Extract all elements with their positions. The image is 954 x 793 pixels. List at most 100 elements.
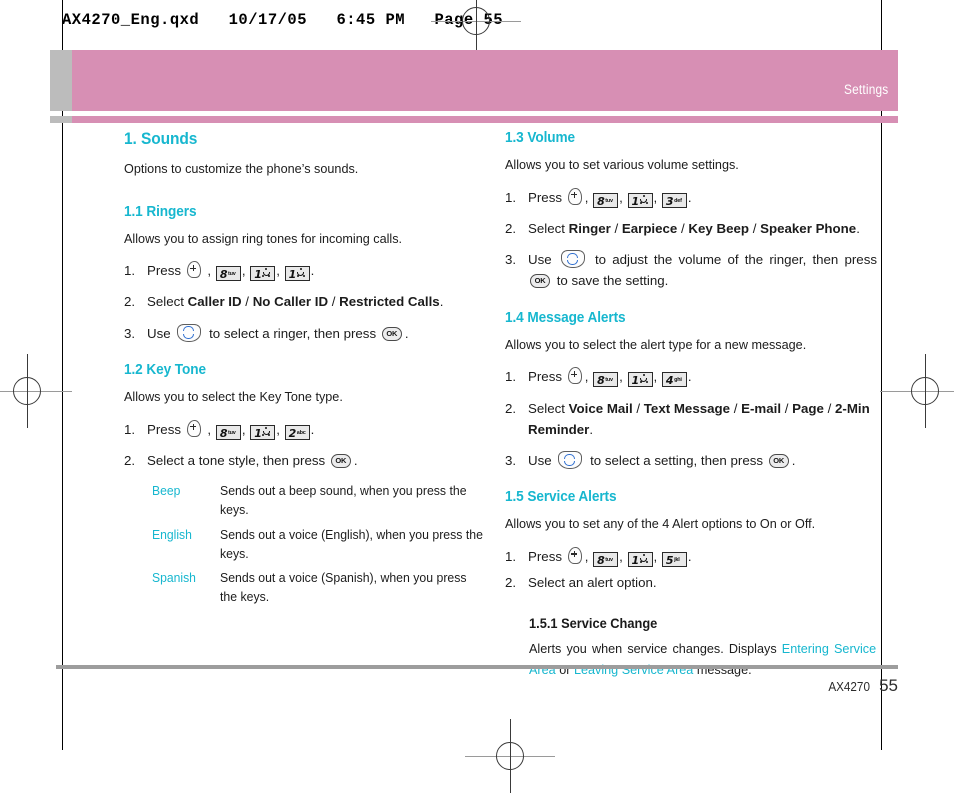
footer-divider — [56, 665, 898, 669]
comma: , — [584, 548, 589, 564]
step-label: Press — [147, 263, 181, 279]
page-header-accent-bar — [50, 116, 898, 123]
period: . — [856, 220, 860, 236]
page-header-accent-tab — [50, 116, 72, 123]
comma: , — [207, 263, 212, 279]
period: . — [310, 421, 315, 437]
list-item: Beep Sends out a beep sound, when you pr… — [152, 481, 496, 519]
option-desc-english: Sends out a voice (English), when you pr… — [220, 526, 483, 561]
option-caller-id: Caller ID — [187, 294, 242, 310]
comma: , — [207, 421, 212, 437]
comma: , — [619, 189, 623, 205]
ok-key-icon: OK — [381, 326, 403, 342]
steps-key-tone: 1. Press , 8tuv , 1 , 2abc . 2. Select a… — [124, 419, 496, 472]
footer-model-name: AX4270 — [828, 679, 870, 694]
key-1-icon: 1 — [627, 372, 653, 388]
step-text: to select a setting, then press — [590, 453, 764, 469]
comma: , — [276, 421, 280, 437]
steps-volume: 1. Press , 8tuv , 1 , 3def . 2. Select R… — [505, 187, 877, 292]
period: . — [687, 369, 692, 385]
page-edge-right — [881, 40, 882, 750]
step-text: Select — [528, 220, 569, 236]
registration-mark-top — [431, 0, 521, 58]
comma: , — [619, 369, 623, 385]
separator: / — [677, 220, 689, 236]
period: . — [791, 453, 796, 469]
section-heading-sounds: 1. Sounds — [124, 130, 198, 148]
subsection-intro-ringers: Allows you to assign ring tones for inco… — [124, 230, 403, 246]
key-1-icon: 1 — [250, 424, 276, 440]
period: . — [687, 548, 692, 564]
key-8-icon: 8tuv — [215, 424, 241, 440]
page-header-title: Settings — [843, 82, 888, 97]
menu-key-icon — [186, 261, 202, 279]
step-number: 2. — [505, 575, 517, 591]
step-item: 3. Use to select a ringer, then press OK… — [124, 323, 496, 344]
page-number: 55 — [879, 676, 898, 695]
comma: , — [276, 263, 280, 279]
key-5-icon: 5jkl — [661, 551, 687, 567]
step-text: Use — [528, 252, 552, 268]
service-change-text: Alerts you when service changes. Display… — [529, 639, 876, 680]
steps-service-alerts: 1. Press , 8tuv , 1 , 5jkl . 2. Select a… — [505, 546, 877, 594]
step-item: 3. Use to adjust the volume of the ringe… — [505, 249, 877, 292]
subsubsection-heading-service-change: 1.5.1 Service Change — [529, 616, 658, 632]
step-text: Select a tone style, then press — [147, 452, 326, 468]
key-8-icon: 8tuv — [593, 372, 619, 388]
step-item: 1. Press , 8tuv , 1 , 1 . — [124, 260, 496, 282]
separator: / — [823, 400, 836, 416]
step-item: 2. Select Voice Mail / Text Message / E-… — [505, 398, 877, 441]
comma: , — [653, 548, 658, 564]
ok-key-icon: OK — [768, 454, 790, 469]
step-text: Select — [147, 294, 188, 310]
step-item: 1. Press , 8tuv , 1 , 2abc . — [124, 419, 496, 440]
comma: , — [653, 369, 658, 385]
step-text: to adjust the volume of the ringer, then… — [594, 252, 877, 268]
ok-key-icon: OK — [530, 274, 551, 289]
comma: , — [584, 189, 589, 205]
option-email: E-mail — [741, 400, 782, 416]
key-1-icon: 1 — [627, 192, 653, 208]
subsection-heading-key-tone: 1.2 Key Tone — [124, 362, 206, 379]
page-header-tab — [50, 50, 72, 111]
list-item: English Sends out a voice (English), whe… — [152, 525, 496, 563]
left-column: 1. Sounds Options to customize the phone… — [124, 130, 496, 611]
step-item: 2. Select Caller ID / No Caller ID / Res… — [124, 291, 496, 312]
comma: , — [241, 421, 246, 437]
step-number: 1. — [505, 369, 517, 385]
menu-key-icon — [567, 546, 583, 565]
ok-key-icon: OK — [330, 453, 352, 469]
key-8-icon: 8tuv — [593, 192, 619, 208]
option-key-beep: Key Beep — [688, 220, 750, 236]
step-item: 1. Press , 8tuv , 1 , 4ghi . — [505, 366, 877, 388]
navigation-key-icon — [558, 451, 583, 470]
steps-ringers: 1. Press , 8tuv , 1 , 1 . 2. Select Call… — [124, 260, 496, 344]
section-intro-sounds: Options to customize the phone’s sounds. — [124, 161, 359, 176]
navigation-key-icon — [177, 323, 202, 343]
option-voice-mail: Voice Mail — [568, 400, 633, 416]
page-header-banner — [50, 50, 898, 111]
step-number: 1. — [124, 421, 136, 437]
option-speaker-phone: Speaker Phone — [760, 220, 857, 236]
step-item: 2. Select an alert option. — [505, 572, 877, 593]
step-text: to select a ringer, then press — [209, 325, 377, 341]
step-label: Press — [528, 369, 562, 385]
separator: / — [632, 400, 644, 416]
subsection-intro-message-alerts: Allows you to select the alert type for … — [505, 336, 807, 352]
key-1-icon: 1 — [250, 266, 276, 282]
option-no-caller-id: No Caller ID — [252, 294, 329, 310]
step-item: 1. Press , 8tuv , 1 , 5jkl . — [505, 546, 877, 567]
footer: AX4270 55 — [826, 676, 898, 696]
key-4-icon: 4ghi — [661, 372, 687, 388]
menu-key-icon — [567, 187, 583, 206]
step-number: 2. — [124, 452, 136, 468]
key-1-icon: 1 — [284, 266, 310, 282]
option-term-beep: Beep — [152, 483, 181, 499]
separator: / — [241, 294, 253, 310]
comma: , — [241, 263, 246, 279]
registration-mark-bottom — [465, 719, 555, 793]
step-item: 3. Use to select a setting, then press O… — [505, 450, 877, 471]
comma: , — [619, 548, 623, 564]
step-text: Use — [528, 453, 552, 469]
separator: / — [610, 220, 622, 236]
